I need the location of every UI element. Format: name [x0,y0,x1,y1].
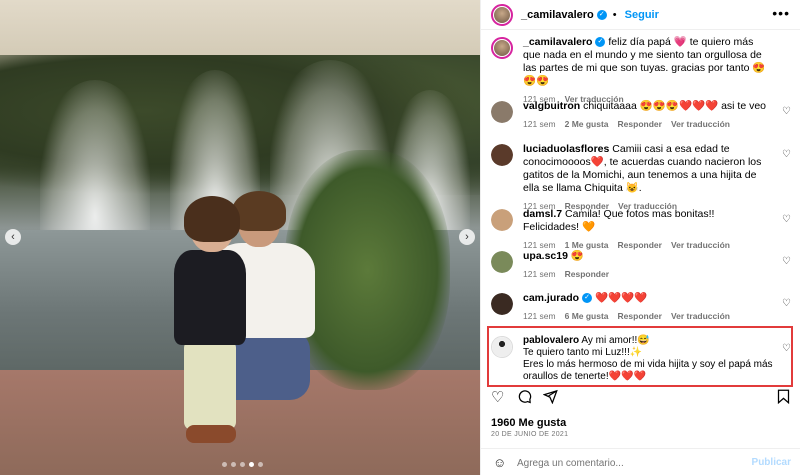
verified-badge-icon: ✓ [595,37,606,48]
list-item: luciaduolasflores Camiii casi a esa edad… [491,143,791,213]
verified-badge-icon: ✓ [596,9,607,20]
carousel-dots [222,462,263,467]
likes-count[interactable]: 1960 Me gusta [491,417,566,429]
list-item: valgbuitron chiquitaaaa 😍😍😍❤️❤️❤️ asi te… [491,100,791,131]
carousel-dot [222,462,227,467]
avatar[interactable] [491,101,513,123]
heart-icon[interactable]: ♡ [782,106,791,117]
follow-button[interactable]: Seguir [625,9,659,21]
avatar[interactable] [491,209,513,231]
fountain-jet [40,80,150,250]
comment-input[interactable] [517,456,737,470]
comment-username[interactable]: upa.sc19 [523,250,568,262]
header-username[interactable]: _camilavalero [521,9,594,21]
emoji-icon[interactable]: ☺ [493,455,506,470]
share-icon[interactable] [542,389,558,409]
comment-likes[interactable]: 2 Me gusta [565,118,609,131]
reply-button[interactable]: Responder [618,310,662,323]
chevron-left-icon[interactable]: ‹ [5,229,21,245]
avatar[interactable] [491,3,513,26]
bookmark-icon[interactable] [777,389,790,409]
comment-username[interactable]: valgbuitron [523,100,580,112]
list-item: damsl.7 Camila! Que fotos mas bonitas!! … [491,208,791,252]
comment-username[interactable]: cam.jurado [523,292,579,304]
comment-time[interactable]: 121 sem [523,268,556,281]
list-item: upa.sc19 😍 121 sem Responder ♡ [491,250,791,281]
heart-icon[interactable]: ♡ [782,256,791,267]
translate-link[interactable]: Ver traducción [671,118,730,131]
heart-icon[interactable]: ♡ [782,214,791,225]
avatar[interactable] [491,37,513,59]
highlight-box [487,326,793,387]
separator-dot: • [612,8,617,21]
carousel-dot [258,462,263,467]
post-photo: ‹ › [0,0,480,475]
avatar[interactable] [491,144,513,166]
photo-girl [172,196,252,450]
reply-button[interactable]: Responder [565,268,609,281]
heart-icon[interactable]: ♡ [491,389,504,407]
comment-username[interactable]: damsl.7 [523,208,562,220]
avatar[interactable] [491,251,513,273]
post-panel: _camilavalero ✓ • Seguir ••• _camilavale… [480,0,800,475]
caption: _camilavalero ✓ feliz día papá 💗 te quier… [491,36,791,106]
avatar[interactable] [491,293,513,315]
translate-link[interactable]: Ver traducción [671,310,730,323]
post-date: 20 DE JUNIO DE 2021 [491,431,569,438]
more-options-icon[interactable]: ••• [772,6,790,20]
chevron-right-icon[interactable]: › [459,229,475,245]
publish-button[interactable]: Publicar [752,457,791,468]
comment-time[interactable]: 121 sem [523,310,556,323]
carousel-dot [231,462,236,467]
heart-icon[interactable]: ♡ [782,298,791,309]
comment-text: chiquitaaaa 😍😍😍❤️❤️❤️ asi te veo [583,100,767,112]
carousel-dot [240,462,245,467]
verified-badge-icon: ✓ [582,293,593,304]
reply-button[interactable]: Responder [618,118,662,131]
carousel-dot-active [249,462,254,467]
caption-username[interactable]: _camilavalero [523,36,592,48]
comment-text: ❤️❤️❤️❤️ [594,292,648,304]
comment-icon[interactable] [517,389,532,409]
post-header: _camilavalero ✓ • Seguir ••• [481,0,800,30]
comment-username[interactable]: luciaduolasflores [523,143,609,155]
comment-likes[interactable]: 6 Me gusta [565,310,609,323]
list-item: cam.jurado ✓ ❤️❤️❤️❤️ 121 sem 6 Me gusta … [491,292,791,323]
action-bar: ♡ [491,389,791,411]
add-comment-bar: ☺ Publicar [481,448,800,475]
avatar-image [491,101,513,123]
comment-time[interactable]: 121 sem [523,118,556,131]
heart-icon[interactable]: ♡ [782,149,791,160]
comment-text: 😍 [570,250,584,262]
